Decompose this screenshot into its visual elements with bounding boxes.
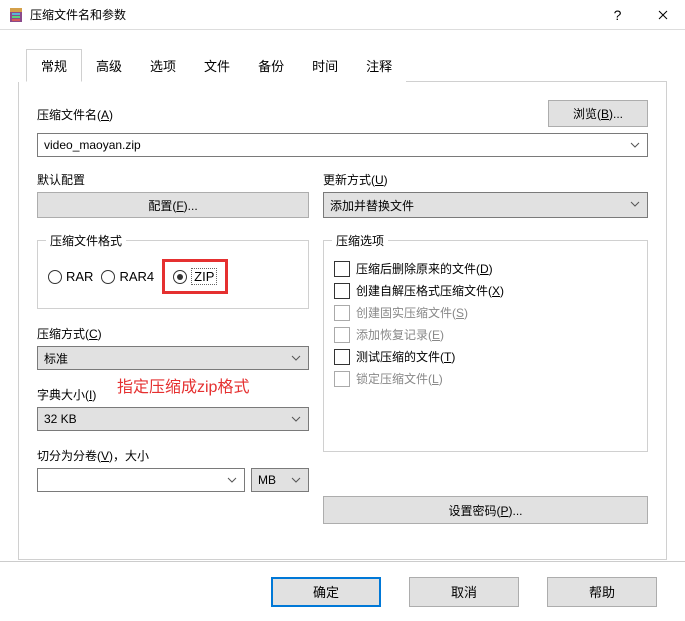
dialog-body: 常规 高级 选项 文件 备份 时间 注释 压缩文件名(A) 浏览(B)... v… [0, 30, 685, 561]
profile-label: 默认配置 [37, 171, 309, 188]
radio-rar4[interactable]: RAR4 [101, 269, 154, 284]
chevron-down-icon [288, 472, 304, 488]
chevron-down-icon [288, 411, 304, 427]
archive-name-label: 压缩文件名(A) [37, 106, 113, 123]
annotation-text: 指定压缩成zip格式 [117, 373, 249, 397]
checkbox-icon [334, 349, 350, 365]
cancel-button[interactable]: 取消 [409, 577, 519, 607]
check-recovery: 添加恢复记录(E) [334, 326, 637, 343]
dialog-footer: 确定 取消 帮助 [0, 561, 685, 621]
titlebar: 压缩文件名和参数 ? [0, 0, 685, 30]
archive-options-legend: 压缩选项 [332, 232, 388, 249]
update-mode-value: 添加并替换文件 [330, 197, 414, 214]
help-button[interactable]: ? [595, 0, 640, 30]
set-password-button[interactable]: 设置密码(P)... [323, 496, 648, 524]
archive-format-legend: 压缩文件格式 [46, 232, 126, 249]
method-select[interactable]: 标准 [37, 346, 309, 370]
checkbox-icon [334, 327, 350, 343]
tab-options[interactable]: 选项 [136, 49, 190, 82]
archive-name-input[interactable]: video_maoyan.zip [37, 133, 648, 157]
check-lock: 锁定压缩文件(L) [334, 370, 637, 387]
method-value: 标准 [44, 350, 68, 367]
checkbox-icon [334, 283, 350, 299]
chevron-down-icon [627, 137, 643, 153]
check-sfx[interactable]: 创建自解压格式压缩文件(X) [334, 282, 637, 299]
checkbox-icon [334, 371, 350, 387]
update-mode-label: 更新方式(U) [323, 171, 648, 188]
chevron-down-icon [224, 472, 240, 488]
check-delete-after[interactable]: 压缩后删除原来的文件(D) [334, 260, 637, 277]
radio-icon [101, 270, 115, 284]
archive-name-value: video_maoyan.zip [44, 138, 141, 152]
tab-bar: 常规 高级 选项 文件 备份 时间 注释 [26, 48, 667, 82]
annotation-highlight: ZIP [162, 259, 228, 294]
tab-time[interactable]: 时间 [298, 49, 352, 82]
tab-files[interactable]: 文件 [190, 49, 244, 82]
dict-value: 32 KB [44, 412, 77, 426]
tab-comment[interactable]: 注释 [352, 49, 406, 82]
archive-format-group: 压缩文件格式 RAR RAR4 ZI [37, 240, 309, 309]
tab-advanced[interactable]: 高级 [82, 49, 136, 82]
dict-select[interactable]: 32 KB [37, 407, 309, 431]
tab-panel-general: 压缩文件名(A) 浏览(B)... video_maoyan.zip 默认配置 … [18, 82, 667, 560]
close-button[interactable] [640, 0, 685, 30]
radio-rar[interactable]: RAR [48, 269, 93, 284]
split-label: 切分为分卷(V)，大小 [37, 447, 309, 464]
tab-general[interactable]: 常规 [26, 49, 82, 82]
tab-backup[interactable]: 备份 [244, 49, 298, 82]
browse-button[interactable]: 浏览(B)... [548, 100, 648, 127]
chevron-down-icon [288, 350, 304, 366]
check-test[interactable]: 测试压缩的文件(T) [334, 348, 637, 365]
ok-button[interactable]: 确定 [271, 577, 381, 607]
app-icon [8, 7, 24, 23]
checkbox-icon [334, 261, 350, 277]
radio-icon [48, 270, 62, 284]
radio-icon [173, 270, 187, 284]
profile-button[interactable]: 配置(F)... [37, 192, 309, 218]
archive-options-group: 压缩选项 压缩后删除原来的文件(D) 创建自解压格式压缩文件(X) 创建固实压缩… [323, 240, 648, 452]
method-label: 压缩方式(C) [37, 325, 309, 342]
check-solid: 创建固实压缩文件(S) [334, 304, 637, 321]
chevron-down-icon [627, 196, 643, 212]
update-mode-select[interactable]: 添加并替换文件 [323, 192, 648, 218]
radio-zip[interactable]: ZIP [173, 268, 217, 285]
split-unit-select[interactable]: MB [251, 468, 309, 492]
help-footer-button[interactable]: 帮助 [547, 577, 657, 607]
checkbox-icon [334, 305, 350, 321]
split-size-input[interactable] [37, 468, 245, 492]
split-unit-value: MB [258, 473, 276, 487]
window-title: 压缩文件名和参数 [30, 6, 595, 23]
